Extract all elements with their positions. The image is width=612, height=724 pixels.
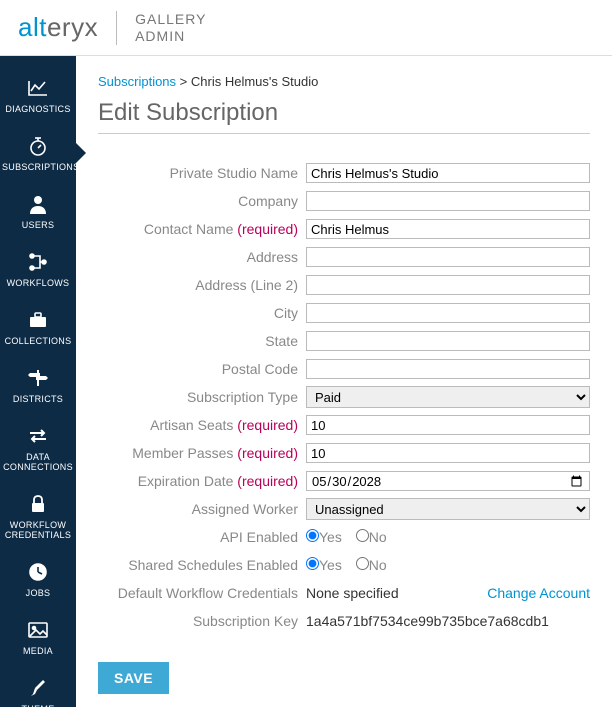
sidebar-label: SUBSCRIPTIONS (2, 162, 74, 172)
label-shared: Shared Schedules Enabled (98, 557, 306, 573)
header-divider (116, 11, 117, 45)
chart-line-icon (2, 76, 74, 100)
label-contact-name: Contact Name (required) (98, 221, 306, 237)
select-worker[interactable]: Unassigned (306, 498, 590, 520)
sidebar-label: DATA CONNECTIONS (2, 452, 74, 472)
radio-shared-no[interactable] (356, 557, 369, 570)
breadcrumb: Subscriptions > Chris Helmus's Studio (98, 74, 590, 89)
sidebar-label: DISTRICTS (2, 394, 74, 404)
label-worker: Assigned Worker (98, 501, 306, 517)
input-address2[interactable] (306, 275, 590, 295)
briefcase-icon (2, 308, 74, 332)
radio-shared-no-label[interactable]: No (356, 557, 387, 573)
image-icon (2, 618, 74, 642)
paintbrush-icon (2, 676, 74, 700)
label-city: City (98, 305, 306, 321)
input-state[interactable] (306, 331, 590, 351)
page-title: Edit Subscription (98, 99, 590, 127)
save-button[interactable]: SAVE (98, 662, 169, 694)
breadcrumb-current: Chris Helmus's Studio (191, 74, 318, 89)
radio-api-yes-label[interactable]: Yes (306, 529, 342, 545)
radio-api-yes[interactable] (306, 529, 319, 542)
logo-part-a: alt (18, 12, 47, 42)
input-expiration[interactable] (306, 471, 590, 491)
sidebar-label: USERS (2, 220, 74, 230)
lock-icon (2, 492, 74, 516)
sidebar-item-theme[interactable]: THEME (0, 666, 76, 724)
breadcrumb-sep: > (176, 74, 191, 89)
sidebar-item-users[interactable]: USERS (0, 182, 76, 240)
title-divider (98, 133, 590, 134)
cred-value: None specified (306, 585, 399, 601)
user-icon (2, 192, 74, 216)
input-member[interactable] (306, 443, 590, 463)
stopwatch-icon (2, 134, 74, 158)
sidebar-item-jobs[interactable]: JOBS (0, 550, 76, 608)
signpost-icon (2, 366, 74, 390)
label-key: Subscription Key (98, 613, 306, 629)
branch-icon (2, 250, 74, 274)
input-contact-name[interactable] (306, 219, 590, 239)
label-member: Member Passes (required) (98, 445, 306, 461)
header-sub-line1: GALLERY (135, 11, 206, 28)
sidebar-item-districts[interactable]: DISTRICTS (0, 356, 76, 414)
header-sub-line2: ADMIN (135, 28, 206, 45)
sidebar-item-diagnostics[interactable]: DIAGNOSTICS (0, 66, 76, 124)
sidebar-item-workflows[interactable]: WORKFLOWS (0, 240, 76, 298)
input-artisan[interactable] (306, 415, 590, 435)
label-artisan: Artisan Seats (required) (98, 417, 306, 433)
sidebar-label: THEME (2, 704, 74, 714)
label-api: API Enabled (98, 529, 306, 545)
input-private-studio-name[interactable] (306, 163, 590, 183)
label-address: Address (98, 249, 306, 265)
label-sub-type: Subscription Type (98, 389, 306, 405)
sidebar-label: MEDIA (2, 646, 74, 656)
radio-api-no[interactable] (356, 529, 369, 542)
logo: alteryx (18, 12, 98, 43)
input-company[interactable] (306, 191, 590, 211)
change-account-link[interactable]: Change Account (487, 585, 590, 601)
sidebar-item-collections[interactable]: COLLECTIONS (0, 298, 76, 356)
label-company: Company (98, 193, 306, 209)
label-postal: Postal Code (98, 361, 306, 377)
logo-part-b: eryx (47, 12, 98, 42)
sidebar-label: WORKFLOW CREDENTIALS (2, 520, 74, 540)
input-city[interactable] (306, 303, 590, 323)
label-address2: Address (Line 2) (98, 277, 306, 293)
header-subtitle: GALLERY ADMIN (135, 11, 206, 45)
input-postal[interactable] (306, 359, 590, 379)
label-expiration: Expiration Date (required) (98, 473, 306, 489)
sidebar-label: JOBS (2, 588, 74, 598)
radio-shared-yes-label[interactable]: Yes (306, 557, 342, 573)
input-address[interactable] (306, 247, 590, 267)
radio-api-no-label[interactable]: No (356, 529, 387, 545)
breadcrumb-root-link[interactable]: Subscriptions (98, 74, 176, 89)
radio-shared-yes[interactable] (306, 557, 319, 570)
label-state: State (98, 333, 306, 349)
sidebar-item-media[interactable]: MEDIA (0, 608, 76, 666)
clock-icon (2, 560, 74, 584)
sidebar: DIAGNOSTICS SUBSCRIPTIONS USERS WORKFLOW… (0, 56, 76, 707)
arrows-icon (2, 424, 74, 448)
select-sub-type[interactable]: Paid (306, 386, 590, 408)
sidebar-item-data-connections[interactable]: DATA CONNECTIONS (0, 414, 76, 482)
label-cred: Default Workflow Credentials (98, 585, 306, 601)
main-content: Subscriptions > Chris Helmus's Studio Ed… (76, 56, 612, 707)
app-header: alteryx GALLERY ADMIN (0, 0, 612, 56)
sidebar-item-subscriptions[interactable]: SUBSCRIPTIONS (0, 124, 76, 182)
subscription-key-value: 1a4a571bf7534ce99b735bce7a68cdb1 (306, 613, 549, 629)
sidebar-label: WORKFLOWS (2, 278, 74, 288)
sidebar-label: COLLECTIONS (2, 336, 74, 346)
sidebar-item-workflow-credentials[interactable]: WORKFLOW CREDENTIALS (0, 482, 76, 550)
label-private-studio-name: Private Studio Name (98, 165, 306, 181)
sidebar-label: DIAGNOSTICS (2, 104, 74, 114)
